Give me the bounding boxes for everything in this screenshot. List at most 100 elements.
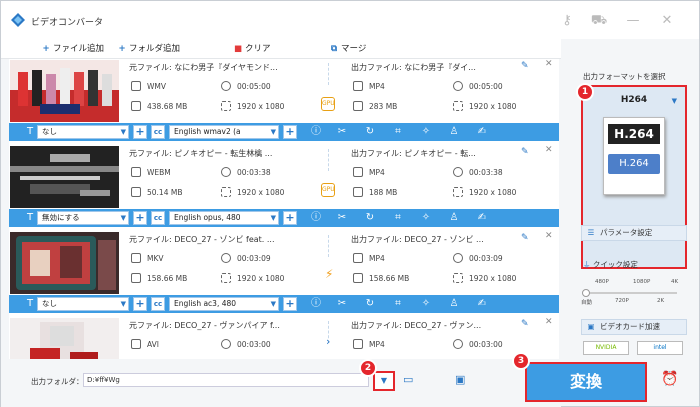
output-folder-dropdown[interactable]: ▼	[373, 371, 395, 391]
intel-logo: intel	[637, 341, 683, 355]
cut-icon[interactable]: ✂	[335, 211, 349, 225]
edit-icon[interactable]: ✍	[475, 297, 489, 311]
chevron-down-icon: ▼	[120, 300, 126, 308]
clock-icon	[453, 81, 463, 91]
add-subtitle-button[interactable]: +	[133, 211, 147, 225]
format-panel-title: 出力フォーマットを選択	[583, 72, 666, 81]
resolution-icon	[221, 273, 231, 283]
effect-icon[interactable]: ✧	[419, 125, 433, 139]
audio-select[interactable]: English opus, 480 ▼	[169, 211, 279, 225]
output-filename: 出力ファイル: ピノキオピー - 転...	[351, 149, 476, 158]
format-icon	[131, 167, 141, 177]
convert-button[interactable]: 変換	[525, 362, 647, 402]
app-title: ビデオコンバータ	[31, 18, 104, 28]
effect-icon[interactable]: ✧	[419, 211, 433, 225]
add-audio-button[interactable]: +	[283, 297, 297, 311]
clear-button[interactable]: ■ クリア	[233, 42, 271, 56]
source-resolution: 1920 x 1080	[237, 188, 285, 197]
cart-icon[interactable]: ⛟	[589, 11, 609, 31]
add-audio-button[interactable]: +	[283, 211, 297, 225]
edit-icon[interactable]: ✍	[475, 125, 489, 139]
subtitle-select[interactable]: なし ▼	[37, 297, 129, 311]
cc-button[interactable]: cc	[151, 125, 165, 139]
close-button[interactable]: ✕	[657, 11, 677, 31]
audio-select[interactable]: English ac3, 480 ▼	[169, 297, 279, 311]
info-icon[interactable]: ⓘ	[309, 125, 323, 139]
remove-item-icon[interactable]: ✕	[545, 145, 553, 155]
edit-name-icon[interactable]: ✎	[521, 61, 529, 71]
cc-button[interactable]: cc	[151, 297, 165, 311]
add-file-button[interactable]: + ファイル追加	[41, 42, 104, 56]
source-size: 438.68 MB	[147, 102, 188, 111]
subtitle-select[interactable]: 無効にする ▼	[37, 211, 129, 225]
gpu-chip-icon: ▣	[587, 322, 595, 331]
merge-button[interactable]: ⧉ マージ	[329, 42, 366, 56]
quality-slider[interactable]	[582, 289, 677, 297]
remove-item-icon[interactable]: ✕	[545, 317, 553, 327]
edit-name-icon[interactable]: ✎	[521, 319, 529, 329]
parameter-settings-button[interactable]: ☰ パラメータ設定	[581, 225, 687, 241]
key-icon[interactable]: ⚷	[557, 11, 577, 31]
add-folder-label: フォルダ追加	[129, 44, 181, 54]
slider-handle[interactable]	[582, 289, 590, 297]
add-subtitle-button[interactable]: +	[133, 297, 147, 311]
info-icon[interactable]: ⓘ	[309, 297, 323, 311]
rotate-icon[interactable]: ↻	[363, 297, 377, 311]
edit-icon[interactable]: ✍	[475, 211, 489, 225]
output-duration: 00:03:38	[469, 168, 503, 177]
crop-icon[interactable]: ⌗	[391, 125, 405, 139]
resolution-icon	[221, 187, 231, 197]
source-resolution: 1920 x 1080	[237, 102, 285, 111]
gpu-acceleration-toggle[interactable]: ▣ ビデオカード加速	[581, 319, 687, 335]
list-item[interactable]: 元ファイル: DECO_27 - ヴァンパイア f... AVI 00:03:0…	[9, 317, 559, 359]
source-duration: 00:03:09	[237, 254, 271, 263]
cut-icon[interactable]: ✂	[335, 125, 349, 139]
add-audio-button[interactable]: +	[283, 125, 297, 139]
source-duration: 00:03:38	[237, 168, 271, 177]
output-folder-input[interactable]: D:¥ff¥Wg	[83, 373, 369, 387]
remove-item-icon[interactable]: ✕	[545, 231, 553, 241]
output-format: MP4	[369, 82, 385, 91]
subtitle-select[interactable]: なし ▼	[37, 125, 129, 139]
clear-label: クリア	[245, 44, 271, 54]
format-selector[interactable]: H264 ▼ H.264 H.264	[581, 85, 687, 269]
watermark-icon[interactable]: ♙	[447, 297, 461, 311]
minimize-button[interactable]: —	[623, 11, 643, 31]
cc-button[interactable]: cc	[151, 211, 165, 225]
plus-icon: +	[118, 44, 126, 54]
list-item[interactable]: 元ファイル: なにわ男子『ダイヤモンド... WMV 00:05:00 438.…	[9, 59, 559, 149]
source-duration: 00:03:00	[237, 340, 271, 349]
subtitle-value: なし	[42, 127, 57, 136]
step-badge-2: 2	[359, 359, 377, 377]
rotate-icon[interactable]: ↻	[363, 125, 377, 139]
format-name: H264	[620, 95, 648, 105]
output-folder-icon[interactable]: ▣	[455, 373, 465, 386]
output-resolution: 1920 x 1080	[469, 102, 517, 111]
size-icon	[131, 187, 141, 197]
watermark-icon[interactable]: ♙	[447, 125, 461, 139]
clock-icon	[221, 81, 231, 91]
crop-icon[interactable]: ⌗	[391, 211, 405, 225]
add-subtitle-button[interactable]: +	[133, 125, 147, 139]
edit-name-icon[interactable]: ✎	[521, 147, 529, 157]
source-size: 158.66 MB	[147, 274, 188, 283]
list-item[interactable]: 元ファイル: DECO_27 - ゾンビ feat. ... MKV 00:03…	[9, 231, 559, 321]
rotate-icon[interactable]: ↻	[363, 211, 377, 225]
video-thumbnail	[10, 146, 119, 208]
nvidia-logo: NVIDIA	[583, 341, 629, 355]
info-icon[interactable]: ⓘ	[309, 211, 323, 225]
crop-icon[interactable]: ⌗	[391, 297, 405, 311]
output-duration: 00:05:00	[469, 82, 503, 91]
open-folder-icon[interactable]: ▭	[403, 373, 413, 386]
cut-icon[interactable]: ✂	[335, 297, 349, 311]
list-item[interactable]: 元ファイル: ピノキオピー - 転生林檎 ... WEBM 00:03:38 5…	[9, 145, 559, 235]
effect-icon[interactable]: ✧	[419, 297, 433, 311]
add-folder-button[interactable]: + フォルダ追加	[117, 42, 180, 56]
edit-name-icon[interactable]: ✎	[521, 233, 529, 243]
chevron-down-icon: ▼	[270, 128, 276, 136]
watermark-icon[interactable]: ♙	[447, 211, 461, 225]
remove-item-icon[interactable]: ✕	[545, 59, 553, 69]
alarm-icon[interactable]: ⏰	[661, 371, 678, 387]
app-window: ビデオコンバータ ⚷ ⛟ — ✕ + ファイル追加 + フォルダ追加 ■ クリア ⧉ マ…	[0, 0, 700, 407]
audio-select[interactable]: English wmav2 (a ▼	[169, 125, 279, 139]
